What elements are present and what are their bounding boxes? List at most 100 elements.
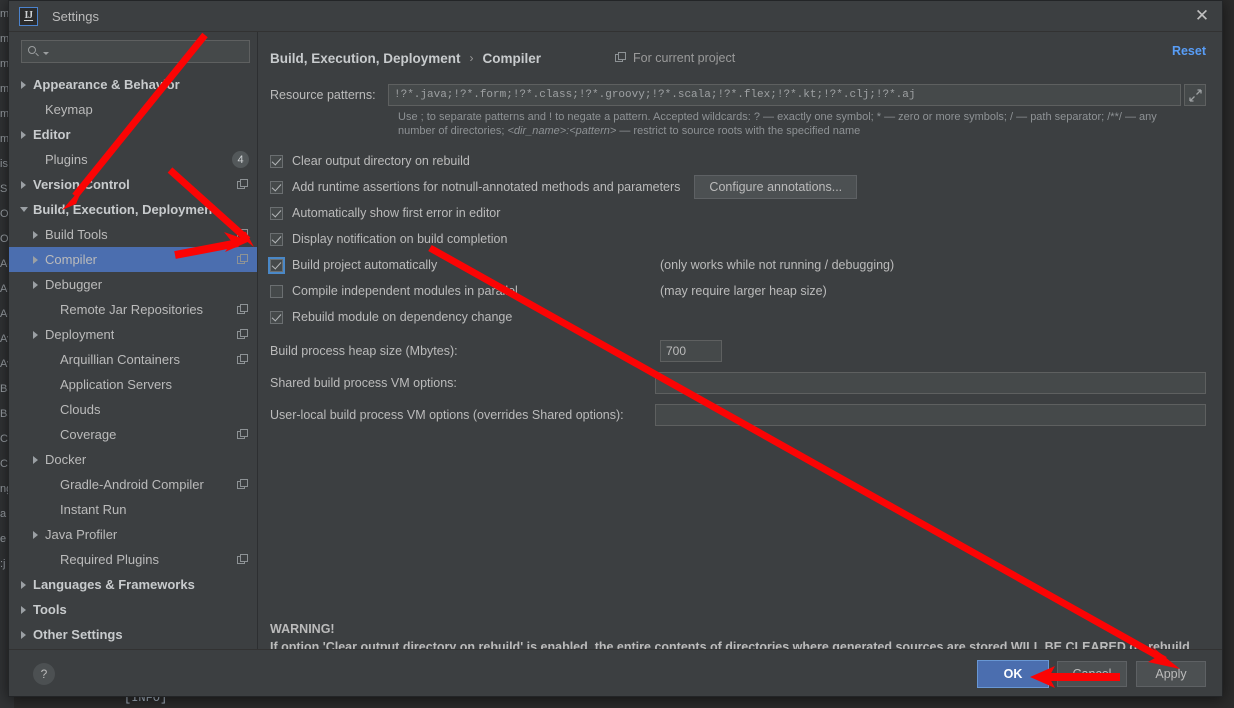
- resource-patterns-hint: Use ; to separate patterns and ! to nega…: [398, 110, 1206, 138]
- hint-line-2-suffix: — restrict to source roots with the spec…: [619, 125, 861, 137]
- sidebar-item-required-plugins[interactable]: Required Plugins: [9, 547, 257, 572]
- search-box[interactable]: [21, 40, 250, 63]
- settings-main-panel: Build, Execution, Deployment › Compiler …: [258, 32, 1222, 649]
- checkbox-label[interactable]: Automatically show first error in editor: [292, 206, 500, 220]
- sidebar-item-version-control[interactable]: Version Control: [9, 172, 257, 197]
- dialog-title: Settings: [52, 8, 99, 24]
- sidebar-search-wrap: [9, 32, 257, 69]
- ide-right-strip: [1223, 0, 1234, 708]
- checkbox-build-project-automatically[interactable]: [268, 256, 285, 274]
- sidebar-item-label: Docker: [45, 452, 87, 467]
- chevron-right-icon[interactable]: [19, 79, 30, 90]
- project-scope-icon: [237, 428, 249, 441]
- checkbox-row-display-notification-on-build-completion: Display notification on build completion: [270, 226, 1206, 252]
- sidebar-item-debugger[interactable]: Debugger: [9, 272, 257, 297]
- userlocal-vm-options-row: User-local build process VM options (ove…: [270, 404, 1206, 426]
- sidebar-item-label: Debugger: [45, 277, 103, 292]
- sidebar-item-tools[interactable]: Tools: [9, 597, 257, 622]
- checkbox-display-notification-on-build-completion[interactable]: [270, 232, 283, 246]
- chevron-right-icon[interactable]: [31, 254, 42, 265]
- apply-button[interactable]: Apply: [1136, 661, 1206, 687]
- sidebar-item-label: Tools: [33, 602, 67, 617]
- sidebar-item-languages-frameworks[interactable]: Languages & Frameworks: [9, 572, 257, 597]
- reset-link[interactable]: Reset: [1172, 44, 1206, 58]
- sidebar-item-compiler[interactable]: Compiler: [9, 247, 257, 272]
- checkbox-rebuild-module-on-dependency-change[interactable]: [270, 310, 283, 324]
- checkbox-label[interactable]: Clear output directory on rebuild: [292, 154, 470, 168]
- userlocal-vm-options-input[interactable]: [654, 404, 1206, 426]
- checkbox-compile-independent-modules-in-parallel[interactable]: [270, 284, 283, 298]
- warning-body: If option 'Clear output directory on reb…: [270, 640, 1194, 649]
- shared-vm-options-input[interactable]: [654, 372, 1206, 394]
- logo-text: IJ: [23, 10, 34, 21]
- checkbox-label[interactable]: Rebuild module on dependency change: [292, 310, 512, 324]
- sidebar-item-editor[interactable]: Editor: [9, 122, 257, 147]
- sidebar-item-docker[interactable]: Docker: [9, 447, 257, 472]
- checkbox-label[interactable]: Display notification on build completion: [292, 232, 507, 246]
- ok-button[interactable]: OK: [977, 660, 1049, 688]
- chevron-right-icon[interactable]: [19, 129, 30, 140]
- settings-sidebar: Appearance & Behavior Keymap Editor Plugins…: [9, 32, 258, 649]
- warning-block: WARNING! If option 'Clear output directo…: [270, 620, 1206, 649]
- chevron-down-icon[interactable]: [19, 204, 30, 215]
- checkbox-label[interactable]: Compile independent modules in parallel: [292, 284, 518, 298]
- checkbox-row-clear-output-directory-on-rebuild: Clear output directory on rebuild: [270, 148, 1206, 174]
- checkbox-automatically-show-first-error-in-editor[interactable]: [270, 206, 283, 220]
- chevron-right-icon[interactable]: [31, 329, 42, 340]
- resource-patterns-row: Resource patterns: !?*.java;!?*.form;!?*…: [270, 84, 1206, 106]
- breadcrumb-parent[interactable]: Build, Execution, Deployment: [270, 51, 461, 66]
- heap-size-input[interactable]: [660, 340, 722, 362]
- chevron-right-icon[interactable]: [31, 229, 42, 240]
- settings-tree[interactable]: Appearance & Behavior Keymap Editor Plugins…: [9, 69, 257, 649]
- sidebar-item-build-execution-deployment[interactable]: Build, Execution, Deployment: [9, 197, 257, 222]
- sidebar-item-arquillian-containers[interactable]: Arquillian Containers: [9, 347, 257, 372]
- resource-patterns-input[interactable]: !?*.java;!?*.form;!?*.class;!?*.groovy;!…: [388, 84, 1181, 106]
- sidebar-item-label: Application Servers: [60, 377, 172, 392]
- sidebar-item-plugins[interactable]: Plugins 4: [9, 147, 257, 172]
- sidebar-item-gradle-android-compiler[interactable]: Gradle-Android Compiler: [9, 472, 257, 497]
- expand-icon[interactable]: [1184, 84, 1206, 106]
- chevron-right-icon[interactable]: [19, 579, 30, 590]
- chevron-right-icon[interactable]: [19, 179, 30, 190]
- sidebar-item-label: Appearance & Behavior: [33, 77, 180, 92]
- sidebar-item-label: Build Tools: [45, 227, 108, 242]
- cancel-button[interactable]: Cancel: [1057, 661, 1127, 687]
- project-scope-icon: [615, 52, 627, 64]
- help-button[interactable]: ?: [33, 663, 55, 685]
- intellij-logo-icon: IJ: [19, 6, 38, 26]
- sidebar-item-deployment[interactable]: Deployment: [9, 322, 257, 347]
- sidebar-item-instant-run[interactable]: Instant Run: [9, 497, 257, 522]
- sidebar-item-java-profiler[interactable]: Java Profiler: [9, 522, 257, 547]
- project-scope-icon: [237, 353, 249, 366]
- sidebar-item-build-tools[interactable]: Build Tools: [9, 222, 257, 247]
- checkbox-clear-output-directory-on-rebuild[interactable]: [270, 154, 283, 168]
- checkbox-label[interactable]: Build project automatically: [292, 258, 437, 272]
- sidebar-item-keymap[interactable]: Keymap: [9, 97, 257, 122]
- project-scope-icon: [237, 328, 249, 341]
- sidebar-item-clouds[interactable]: Clouds: [9, 397, 257, 422]
- hint-line-2-italic: <dir_name>:<pattern>: [507, 125, 617, 137]
- sidebar-item-label: Java Profiler: [45, 527, 118, 542]
- search-input[interactable]: [49, 43, 249, 60]
- chevron-right-icon[interactable]: [19, 629, 30, 640]
- breadcrumb: Build, Execution, Deployment › Compiler …: [270, 32, 1206, 76]
- chevron-right-icon[interactable]: [19, 604, 30, 615]
- sidebar-item-other-settings[interactable]: Other Settings: [9, 622, 257, 647]
- checkbox-add-runtime-assertions-for-notnull-annotated-met[interactable]: [270, 180, 283, 194]
- chevron-right-icon[interactable]: [31, 529, 42, 540]
- configure-annotations-button[interactable]: Configure annotations...: [694, 175, 858, 199]
- sidebar-item-application-servers[interactable]: Application Servers: [9, 372, 257, 397]
- sidebar-item-appearance-behavior[interactable]: Appearance & Behavior: [9, 72, 257, 97]
- sidebar-item-label: Other Settings: [33, 627, 123, 642]
- sidebar-item-label: Clouds: [60, 402, 101, 417]
- sidebar-item-remote-jar-repositories[interactable]: Remote Jar Repositories: [9, 297, 257, 322]
- chevron-right-icon[interactable]: [31, 279, 42, 290]
- chevron-right-icon[interactable]: [31, 454, 42, 465]
- sidebar-item-coverage[interactable]: Coverage: [9, 422, 257, 447]
- sidebar-item-label: Build, Execution, Deployment: [33, 202, 217, 217]
- close-icon[interactable]: ✕: [1192, 6, 1212, 26]
- dialog-titlebar: IJ Settings ✕: [9, 1, 1222, 31]
- checkbox-label[interactable]: Add runtime assertions for notnull-annot…: [292, 180, 680, 194]
